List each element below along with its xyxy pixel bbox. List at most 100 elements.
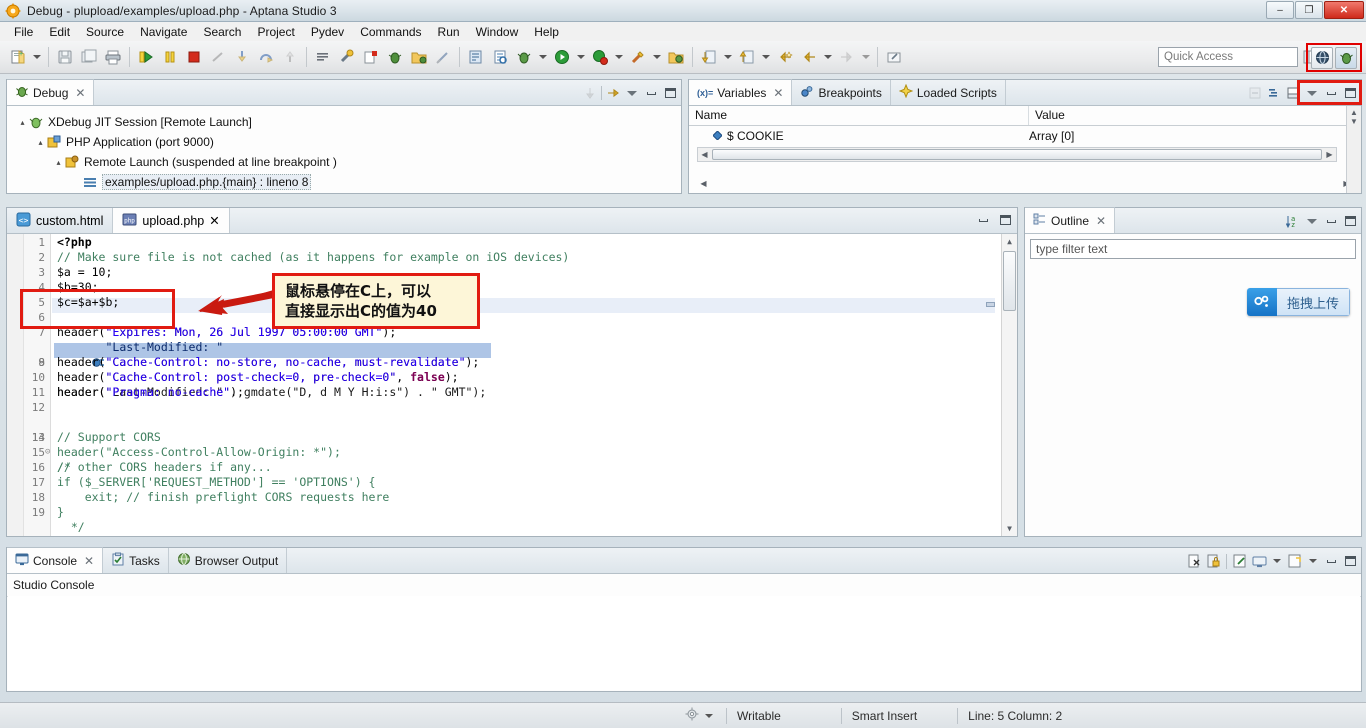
tab-breakpoints[interactable]: Breakpoints <box>792 80 891 105</box>
menu-run[interactable]: Run <box>430 24 468 40</box>
menu-commands[interactable]: Commands <box>352 24 429 40</box>
console-output[interactable] <box>8 596 1360 690</box>
save-all-icon[interactable] <box>78 46 100 68</box>
tab-custom-html[interactable]: <> custom.html <box>7 208 114 233</box>
display-selected-console-icon[interactable] <box>1251 553 1267 569</box>
coverage-icon[interactable] <box>589 46 611 68</box>
tree-node[interactable]: ▴ Remote Launch (suspended at line break… <box>11 152 677 172</box>
pin-console-icon[interactable] <box>1232 553 1248 569</box>
debug-caret[interactable] <box>539 55 547 59</box>
clear-console-icon[interactable] <box>1186 553 1202 569</box>
step-into-icon[interactable] <box>231 46 253 68</box>
minimize-button[interactable]: – <box>1266 1 1294 19</box>
resume-icon[interactable] <box>135 46 157 68</box>
maximize-icon[interactable] <box>997 212 1013 228</box>
show-logical-structure-icon[interactable] <box>1247 85 1263 101</box>
scroll-down-arrow-icon[interactable]: ▼ <box>1002 521 1017 536</box>
display-selected-caret[interactable] <box>1273 559 1281 563</box>
column-name[interactable]: Name <box>689 106 1029 125</box>
menu-edit[interactable]: Edit <box>41 24 78 40</box>
drop-to-frame-icon[interactable] <box>582 85 598 101</box>
debug-icon[interactable] <box>513 46 535 68</box>
settings-caret[interactable] <box>705 713 713 718</box>
menu-window[interactable]: Window <box>468 24 527 40</box>
editor-vertical-scrollbar[interactable]: ▲ ▼ <box>1001 234 1017 536</box>
scroll-up-arrow-icon[interactable]: ▲ <box>1002 234 1017 249</box>
external-tools-caret[interactable] <box>653 55 661 59</box>
menu-source[interactable]: Source <box>78 24 132 40</box>
view-menu-icon[interactable] <box>1304 213 1320 229</box>
terminate-icon[interactable] <box>183 46 205 68</box>
open-type-icon[interactable] <box>465 46 487 68</box>
toggle-mark-occurrences-icon[interactable] <box>312 46 334 68</box>
disconnect-icon[interactable] <box>207 46 229 68</box>
minimize-icon[interactable] <box>1323 553 1339 569</box>
next-annotation-icon[interactable] <box>698 46 720 68</box>
scroll-left-arrow-icon[interactable]: ◀ <box>697 179 710 188</box>
variables-detail-scrollbar[interactable]: ◀ ▶ <box>697 176 1353 191</box>
gear-icon[interactable] <box>684 706 700 725</box>
step-arrow-icon[interactable] <box>605 85 621 101</box>
run-caret[interactable] <box>577 55 585 59</box>
close-icon[interactable]: ✕ <box>1096 214 1106 228</box>
web-perspective-icon[interactable] <box>1311 46 1333 69</box>
menu-navigate[interactable]: Navigate <box>132 24 195 40</box>
overview-ruler-marker[interactable] <box>986 302 995 307</box>
close-icon[interactable]: ✕ <box>773 86 783 100</box>
coverage-caret[interactable] <box>615 55 623 59</box>
tab-variables[interactable]: (x)= Variables ✕ <box>689 79 793 105</box>
tab-outline[interactable]: Outline ✕ <box>1025 207 1116 233</box>
column-value[interactable]: Value <box>1029 106 1329 125</box>
step-over-icon[interactable] <box>255 46 277 68</box>
next-annotation-caret[interactable] <box>724 55 732 59</box>
run-icon[interactable] <box>551 46 573 68</box>
quick-access-input[interactable]: Quick Access <box>1158 47 1298 67</box>
debug-perspective-active-icon[interactable] <box>1335 46 1357 69</box>
menu-pydev[interactable]: Pydev <box>303 24 352 40</box>
back-icon[interactable] <box>798 46 820 68</box>
maximize-button[interactable]: ❐ <box>1295 1 1323 19</box>
collapse-all-icon[interactable] <box>1266 85 1282 101</box>
scroll-down-arrow-icon[interactable]: ▼ <box>1348 117 1361 126</box>
code-lines[interactable]: 1 <?php 2 // Make sure file is not cached … <box>7 235 995 535</box>
tree-node[interactable]: examples/upload.php.{main} : lineno 8 <box>11 172 677 192</box>
last-edit-location-icon[interactable] <box>774 46 796 68</box>
previous-annotation-icon[interactable] <box>736 46 758 68</box>
table-row[interactable]: $ COOKIE Array [0] <box>689 126 1361 145</box>
print-icon[interactable] <box>102 46 124 68</box>
sort-alphabetically-icon[interactable]: az <box>1285 213 1301 229</box>
outline-filter-input[interactable]: type filter text <box>1030 239 1356 259</box>
minimize-icon[interactable] <box>1323 213 1339 229</box>
scroll-left-arrow-icon[interactable]: ◀ <box>698 150 711 159</box>
maximize-icon[interactable] <box>1342 213 1358 229</box>
open-resource-icon[interactable] <box>489 46 511 68</box>
expand-arrow-icon[interactable]: ▴ <box>17 118 28 127</box>
restore-icon[interactable] <box>975 212 991 228</box>
suspend-icon[interactable] <box>159 46 181 68</box>
external-tools-icon[interactable] <box>627 46 649 68</box>
tab-loaded-scripts[interactable]: Loaded Scripts <box>891 80 1006 105</box>
forward-icon[interactable] <box>836 46 858 68</box>
scroll-lock-icon[interactable] <box>1205 553 1221 569</box>
tab-upload-php[interactable]: php upload.php ✕ <box>113 208 230 233</box>
open-folder-icon[interactable] <box>408 46 430 68</box>
tree-node[interactable]: ▴ XDebug JIT Session [Remote Launch] <box>11 112 677 132</box>
close-button[interactable]: ✕ <box>1324 1 1364 19</box>
view-menu-icon[interactable] <box>624 85 640 101</box>
new-dropdown-caret[interactable] <box>33 55 41 59</box>
tab-tasks[interactable]: Tasks <box>103 548 169 573</box>
pencil-strike-icon[interactable] <box>432 46 454 68</box>
minimize-icon[interactable] <box>643 85 659 101</box>
debug-stack-tree[interactable]: ▴ XDebug JIT Session [Remote Launch] ▴ P… <box>7 106 681 198</box>
deploy-icon[interactable] <box>665 46 687 68</box>
debug-perspective-icon[interactable] <box>384 46 406 68</box>
drag-upload-widget[interactable]: 拖拽上传 <box>1247 288 1351 316</box>
error-marker-icon[interactable] <box>360 46 382 68</box>
pin-editor-icon[interactable] <box>883 46 905 68</box>
expand-arrow-icon[interactable]: ▴ <box>35 138 46 147</box>
expand-arrow-icon[interactable]: ▴ <box>53 158 64 167</box>
maximize-icon[interactable] <box>662 85 678 101</box>
back-caret[interactable] <box>824 55 832 59</box>
previous-annotation-caret[interactable] <box>762 55 770 59</box>
maximize-icon[interactable] <box>1342 553 1358 569</box>
